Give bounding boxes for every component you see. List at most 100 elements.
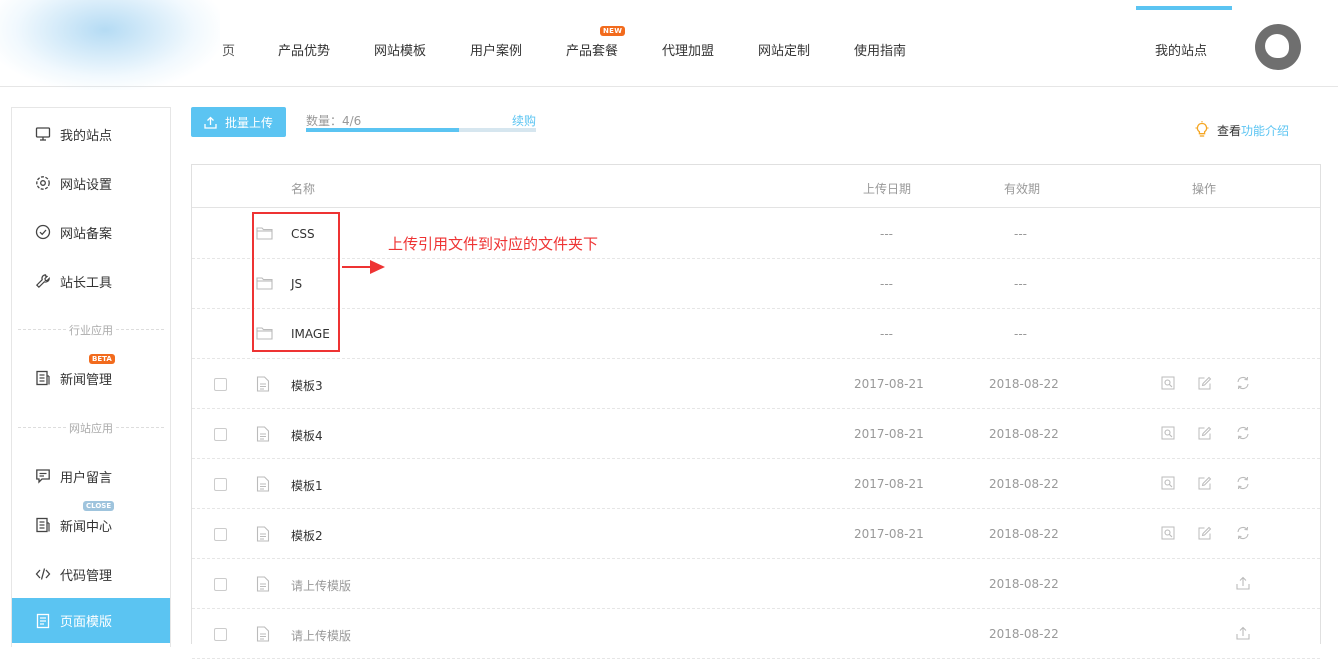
sidebar-item-label: 站长工具 xyxy=(60,275,113,291)
sidebar-item-user-messages[interactable]: 用户留言 xyxy=(12,456,170,496)
top-navigation-bar: 页 产品优势 网站模板 用户案例 产品套餐 NEW 代理加盟 网站定制 使用指南… xyxy=(0,0,1338,90)
upload-date: --- xyxy=(880,227,893,241)
refresh-icon[interactable] xyxy=(1236,426,1250,440)
row-checkbox[interactable] xyxy=(214,428,227,441)
annotation-text: 上传引用文件到对应的文件夹下 xyxy=(388,235,599,253)
sidebar-item-my-sites[interactable]: 我的站点 xyxy=(12,114,170,154)
nav-item-home[interactable]: 页 xyxy=(222,40,235,59)
nav-item-product-advantages[interactable]: 产品优势 xyxy=(278,40,330,59)
batch-upload-label: 批量上传 xyxy=(224,115,273,130)
upload-icon[interactable] xyxy=(1236,626,1250,640)
check-circle-icon xyxy=(35,224,51,240)
refresh-icon[interactable] xyxy=(1236,476,1250,490)
edit-icon[interactable] xyxy=(1198,426,1212,440)
nav-item-product-packages[interactable]: 产品套餐 xyxy=(566,40,618,59)
preview-icon[interactable] xyxy=(1161,526,1175,540)
sidebar-item-page-templates[interactable]: 页面模版 xyxy=(12,598,170,643)
preview-icon[interactable] xyxy=(1161,476,1175,490)
lightbulb-icon xyxy=(1193,121,1211,139)
upload-date: 2017-08-21 xyxy=(854,527,924,541)
template-name: 请上传模版 xyxy=(291,629,352,643)
upload-icon xyxy=(204,116,217,129)
table-row: 模板4 2017-08-21 2018-08-22 xyxy=(192,409,1320,459)
edit-icon[interactable] xyxy=(1198,376,1212,390)
blurred-logo xyxy=(0,0,220,90)
row-checkbox[interactable] xyxy=(214,578,227,591)
view-label: 查看 xyxy=(1217,123,1242,138)
preview-icon[interactable] xyxy=(1161,376,1175,390)
sidebar-item-news-management[interactable]: 新闻管理 xyxy=(12,358,170,398)
upload-icon[interactable] xyxy=(1236,576,1250,590)
sidebar-item-webmaster-tools[interactable]: 站长工具 xyxy=(12,261,170,301)
feature-intro-link[interactable]: 功能介绍 xyxy=(1241,122,1289,139)
new-badge: NEW xyxy=(600,26,626,36)
expiry-date: 2018-08-22 xyxy=(989,477,1059,491)
my-site-link[interactable]: 我的站点 xyxy=(1155,40,1207,59)
file-icon xyxy=(256,476,270,492)
sidebar-item-site-filing[interactable]: 网站备案 xyxy=(12,212,170,252)
template-name: 请上传模版 xyxy=(291,579,352,593)
header-expiry: 有效期 xyxy=(1004,182,1041,196)
template-name[interactable]: 模板4 xyxy=(291,427,323,444)
sidebar-item-code-management[interactable]: 代码管理 xyxy=(12,554,170,594)
expiry-date: --- xyxy=(1014,277,1027,291)
preview-icon[interactable] xyxy=(1161,426,1175,440)
nav-item-agency[interactable]: 代理加盟 xyxy=(662,40,714,59)
header-name: 名称 xyxy=(291,182,316,196)
refresh-icon[interactable] xyxy=(1236,376,1250,390)
monitor-icon xyxy=(35,126,51,142)
nav-item-user-cases[interactable]: 用户案例 xyxy=(470,40,522,59)
header-actions: 操作 xyxy=(1192,182,1217,196)
sidebar-item-news-center[interactable]: 新闻中心 xyxy=(12,505,170,545)
table-row: 模板2 2017-08-21 2018-08-22 xyxy=(192,509,1320,559)
table-row: 模板3 2017-08-21 2018-08-22 xyxy=(192,359,1320,409)
message-icon xyxy=(35,468,51,484)
refresh-icon[interactable] xyxy=(1236,526,1250,540)
folder-row-image[interactable]: IMAGE --- --- xyxy=(192,309,1320,359)
quota-progress-fill xyxy=(306,128,460,132)
active-nav-indicator xyxy=(1136,6,1232,10)
expiry-date: 2018-08-22 xyxy=(989,577,1059,591)
news-icon xyxy=(35,517,51,533)
nav-item-custom-site[interactable]: 网站定制 xyxy=(758,40,810,59)
nav-item-site-templates[interactable]: 网站模板 xyxy=(374,40,426,59)
folder-row-css[interactable]: CSS --- --- xyxy=(192,209,1320,259)
upload-date: 2017-08-21 xyxy=(854,477,924,491)
sidebar: 我的站点 网站设置 网站备案 站长工具 行业应用 BETA 新闻管理 网站应用 … xyxy=(11,107,171,647)
upload-date: --- xyxy=(880,277,893,291)
sidebar-item-label: 新闻管理 xyxy=(60,372,113,388)
sidebar-item-site-settings[interactable]: 网站设置 xyxy=(12,163,170,203)
nav-item-user-guide[interactable]: 使用指南 xyxy=(854,40,906,59)
upload-date: 2017-08-21 xyxy=(854,377,924,391)
sidebar-item-label: 用户留言 xyxy=(60,470,113,486)
avatar[interactable] xyxy=(1255,24,1301,70)
expiry-date: --- xyxy=(1014,327,1027,341)
file-icon xyxy=(256,426,270,442)
renew-link[interactable]: 续购 xyxy=(512,112,536,129)
upload-date: 2017-08-21 xyxy=(854,427,924,441)
sidebar-item-label: 新闻中心 xyxy=(60,519,113,535)
expiry-date: 2018-08-22 xyxy=(989,377,1059,391)
edit-icon[interactable] xyxy=(1198,526,1212,540)
row-checkbox[interactable] xyxy=(214,478,227,491)
template-name[interactable]: 模板3 xyxy=(291,377,323,394)
annotation-box xyxy=(252,212,340,352)
table-row: 请上传模版 2018-08-22 xyxy=(192,609,1320,659)
divider-site-apps: 网站应用 xyxy=(12,420,170,436)
page-icon xyxy=(35,613,51,629)
row-checkbox[interactable] xyxy=(214,528,227,541)
quota-count: 数量：4/6 xyxy=(306,114,362,128)
feature-intro: 查看 功能介绍 xyxy=(1193,121,1289,139)
expiry-date: 2018-08-22 xyxy=(989,627,1059,641)
file-icon xyxy=(256,376,270,392)
expiry-date: 2018-08-22 xyxy=(989,527,1059,541)
row-checkbox[interactable] xyxy=(214,378,227,391)
file-icon xyxy=(256,526,270,542)
expiry-date: --- xyxy=(1014,227,1027,241)
annotation-arrow-icon xyxy=(342,260,385,274)
template-name[interactable]: 模板1 xyxy=(291,477,323,494)
gear-icon xyxy=(35,175,51,191)
batch-upload-button[interactable]: 批量上传 xyxy=(191,107,286,137)
template-name[interactable]: 模板2 xyxy=(291,527,323,544)
edit-icon[interactable] xyxy=(1198,476,1212,490)
